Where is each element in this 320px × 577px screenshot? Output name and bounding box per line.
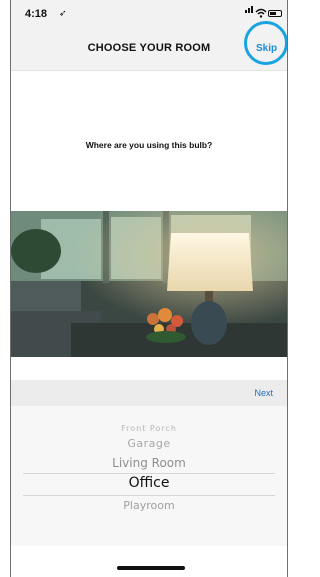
status-time: 4:18 <box>25 8 48 20</box>
status-bar: 4:18 ➶ <box>11 0 287 28</box>
next-button[interactable]: Next <box>254 388 273 398</box>
picker-toolbar: Next <box>11 380 287 407</box>
wifi-icon <box>255 8 267 18</box>
room-photo <box>11 211 287 357</box>
picker-option[interactable]: Garage <box>11 437 287 450</box>
location-icon: ➶ <box>59 8 67 18</box>
battery-icon <box>268 10 282 17</box>
skip-highlight-circle <box>244 21 287 65</box>
room-picker[interactable]: Front Porch Garage Living Room Office Pl… <box>11 406 287 546</box>
picker-option[interactable]: Playroom <box>11 499 287 512</box>
picker-selection-divider <box>23 495 275 496</box>
picker-option[interactable]: Living Room <box>11 456 287 470</box>
phone-screen: 4:18 ➶ CHOOSE YOUR ROOM Skip Where are y… <box>10 0 288 577</box>
picker-option-selected[interactable]: Office <box>11 475 287 491</box>
picker-option[interactable]: Front Porch <box>11 424 287 433</box>
room-photo-illustration <box>11 211 287 357</box>
room-question: Where are you using this bulb? <box>85 140 213 150</box>
home-indicator[interactable] <box>117 566 185 570</box>
picker-selection-divider <box>23 473 275 474</box>
